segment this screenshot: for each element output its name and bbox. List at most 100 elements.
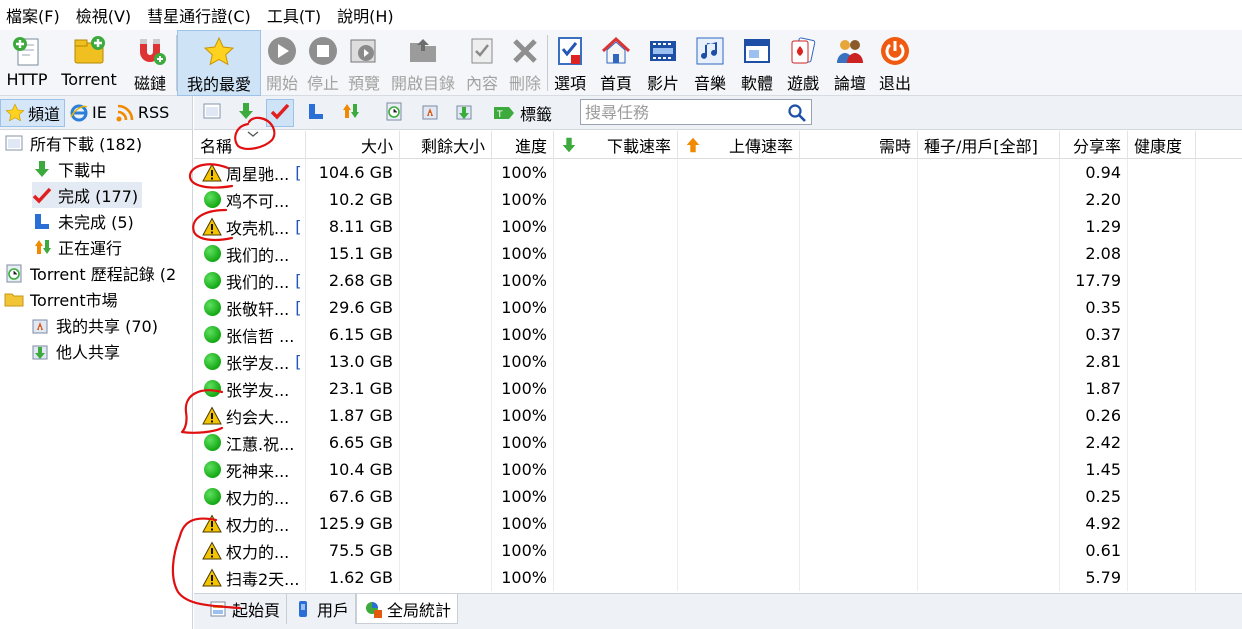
time-cell — [800, 267, 918, 294]
magnet-button[interactable]: 磁鏈 — [124, 30, 176, 96]
tab-rss[interactable]: RSS — [111, 99, 173, 127]
col-ratio[interactable]: 分享率 — [1060, 131, 1128, 159]
table-row[interactable]: 我们的... 15.1 GB 100% 2.08 — [194, 240, 1242, 267]
favorites-label: 我的最愛 — [186, 75, 251, 94]
delete-button[interactable]: 刪除 — [503, 30, 547, 96]
table-row[interactable]: 约会大... 1.87 GB 100% 0.26 — [194, 402, 1242, 429]
status-ok-icon — [202, 244, 222, 264]
exit-button[interactable]: 退出 — [874, 30, 916, 96]
health-cell — [1128, 348, 1196, 375]
incomplete-icon — [306, 101, 326, 125]
task-name: 江蕙.祝... — [226, 434, 295, 454]
col-health[interactable]: 健康度 — [1128, 131, 1196, 159]
menu-help[interactable]: 說明(H) — [337, 3, 394, 27]
tab-start-page[interactable]: 起始頁 — [202, 594, 288, 624]
content-button[interactable]: 內容 — [461, 30, 503, 96]
table-row[interactable]: 张学友... 23.1 GB 100% 1.87 — [194, 375, 1242, 402]
preview-button[interactable]: 預覽 — [343, 30, 385, 96]
progress-cell: 100% — [492, 429, 554, 456]
games-button[interactable]: 遊戲 — [780, 30, 826, 96]
stop-icon — [306, 34, 340, 68]
filter-all-button[interactable] — [198, 99, 226, 127]
tab-global-stats[interactable]: 全局統計 — [356, 594, 459, 624]
col-remaining[interactable]: 剩餘大小 — [400, 131, 492, 159]
table-row[interactable]: 权力的... 125.9 GB 100% 4.92 — [194, 510, 1242, 537]
task-name: 周星驰... — [226, 164, 290, 184]
table-row[interactable]: 张信哲 ... 6.15 GB 100% 0.37 — [194, 321, 1242, 348]
remaining-cell — [400, 267, 492, 294]
task-name: 死神来... — [226, 461, 290, 481]
filter-incomplete-button[interactable] — [302, 99, 330, 127]
tree-my-shares[interactable]: 我的共享 (70) — [30, 312, 158, 338]
music-button[interactable]: 音樂 — [686, 30, 734, 96]
search-input[interactable] — [581, 100, 777, 124]
table-row[interactable]: 死神来... 10.4 GB 100% 1.45 — [194, 456, 1242, 483]
home-button[interactable]: 首頁 — [592, 30, 640, 96]
stop-button[interactable]: 停止 — [303, 30, 343, 96]
status-ok-icon — [202, 271, 222, 291]
filter-running-button[interactable] — [336, 99, 364, 127]
ratio-cell: 0.26 — [1060, 402, 1128, 429]
seeds-cell — [918, 186, 1060, 213]
favorites-button[interactable]: 我的最愛 — [177, 30, 261, 96]
tree-market[interactable]: Torrent市場 — [4, 286, 118, 312]
col-progress[interactable]: 進度 — [492, 131, 554, 159]
search-box — [580, 99, 812, 125]
health-cell — [1128, 267, 1196, 294]
tree-label: 他人共享 — [56, 343, 121, 362]
table-row[interactable]: 周星驰... [104.6 GB 100% 0.94 — [194, 159, 1242, 186]
tab-channel[interactable]: 頻道 — [0, 98, 66, 127]
open-folder-button[interactable]: 開啟目錄 — [385, 30, 461, 96]
search-icon[interactable] — [787, 103, 807, 123]
menu-file[interactable]: 檔案(F) — [6, 3, 60, 27]
tree-running[interactable]: 正在運行 — [32, 234, 122, 260]
col-seeds[interactable]: 種子/用戶[全部] — [918, 131, 1060, 159]
options-button[interactable]: 選項 — [548, 30, 592, 96]
left-panel: 頻道 IE RSS 所有下載 (182) 下載中 完成 (177) 未完成 (5… — [0, 96, 193, 629]
col-size[interactable]: 大小 — [306, 131, 400, 159]
tab-ie[interactable]: IE — [65, 99, 111, 127]
sort-chevron-icon[interactable] — [246, 131, 260, 139]
progress-cell: 100% — [492, 186, 554, 213]
table-row[interactable]: 权力的... 75.5 GB 100% 0.61 — [194, 537, 1242, 564]
tree-all-downloads[interactable]: 所有下載 (182) — [4, 130, 142, 156]
filter-others-shares-button[interactable] — [450, 99, 478, 127]
col-down-speed[interactable]: 下載速率 — [554, 131, 678, 159]
col-up-speed[interactable]: 上傳速率 — [678, 131, 800, 159]
health-cell — [1128, 213, 1196, 240]
video-button[interactable]: 影片 — [640, 30, 686, 96]
table-row[interactable]: 鸡不可... 10.2 GB 100% 2.20 — [194, 186, 1242, 213]
up-speed-cell — [678, 402, 800, 429]
tab-users[interactable]: 用戶 — [287, 594, 357, 624]
tree-incomplete[interactable]: 未完成 (5) — [32, 208, 134, 234]
menu-tools[interactable]: 工具(T) — [267, 3, 321, 27]
filter-history-button[interactable] — [380, 99, 408, 127]
table-row[interactable]: 扫毒2天... 1.62 GB 100% 5.79 — [194, 564, 1242, 591]
filter-my-shares-button[interactable] — [416, 99, 444, 127]
torrent-button[interactable]: Torrent — [54, 30, 124, 96]
name-cell: 我们的... [ — [194, 267, 306, 294]
table-row[interactable]: 权力的... 67.6 GB 100% 0.25 — [194, 483, 1242, 510]
history-clock-icon — [384, 101, 404, 125]
tree-others-shares[interactable]: 他人共享 — [30, 338, 120, 364]
filter-completed-button[interactable] — [266, 99, 294, 127]
start-page-icon — [208, 599, 228, 619]
forum-button[interactable]: 論壇 — [826, 30, 874, 96]
tree-completed[interactable]: 完成 (177) — [32, 182, 143, 208]
table-row[interactable]: 张学友... [13.0 GB 100% 2.81 — [194, 348, 1242, 375]
tree-history[interactable]: Torrent 歷程記錄 (2 — [4, 260, 176, 286]
http-button[interactable]: HTTP — [0, 30, 54, 96]
health-cell — [1128, 537, 1196, 564]
start-button[interactable]: 開始 — [261, 30, 303, 96]
menu-comet-pass[interactable]: 彗星通行證(C) — [147, 3, 251, 27]
table-row[interactable]: 江蕙.祝... 6.65 GB 100% 2.42 — [194, 429, 1242, 456]
table-row[interactable]: 张敬轩... [29.6 GB 100% 0.35 — [194, 294, 1242, 321]
col-time[interactable]: 需時 — [800, 131, 918, 159]
table-row[interactable]: 攻壳机... [8.11 GB 100% 1.29 — [194, 213, 1242, 240]
software-button[interactable]: 軟體 — [734, 30, 780, 96]
tree-downloading[interactable]: 下載中 — [32, 156, 106, 182]
menu-view[interactable]: 檢視(V) — [76, 3, 131, 27]
filter-downloading-button[interactable] — [232, 99, 260, 127]
table-row[interactable]: 我们的... [2.68 GB 100% 17.79 — [194, 267, 1242, 294]
tags-button[interactable]: T 標籤 — [492, 99, 552, 127]
